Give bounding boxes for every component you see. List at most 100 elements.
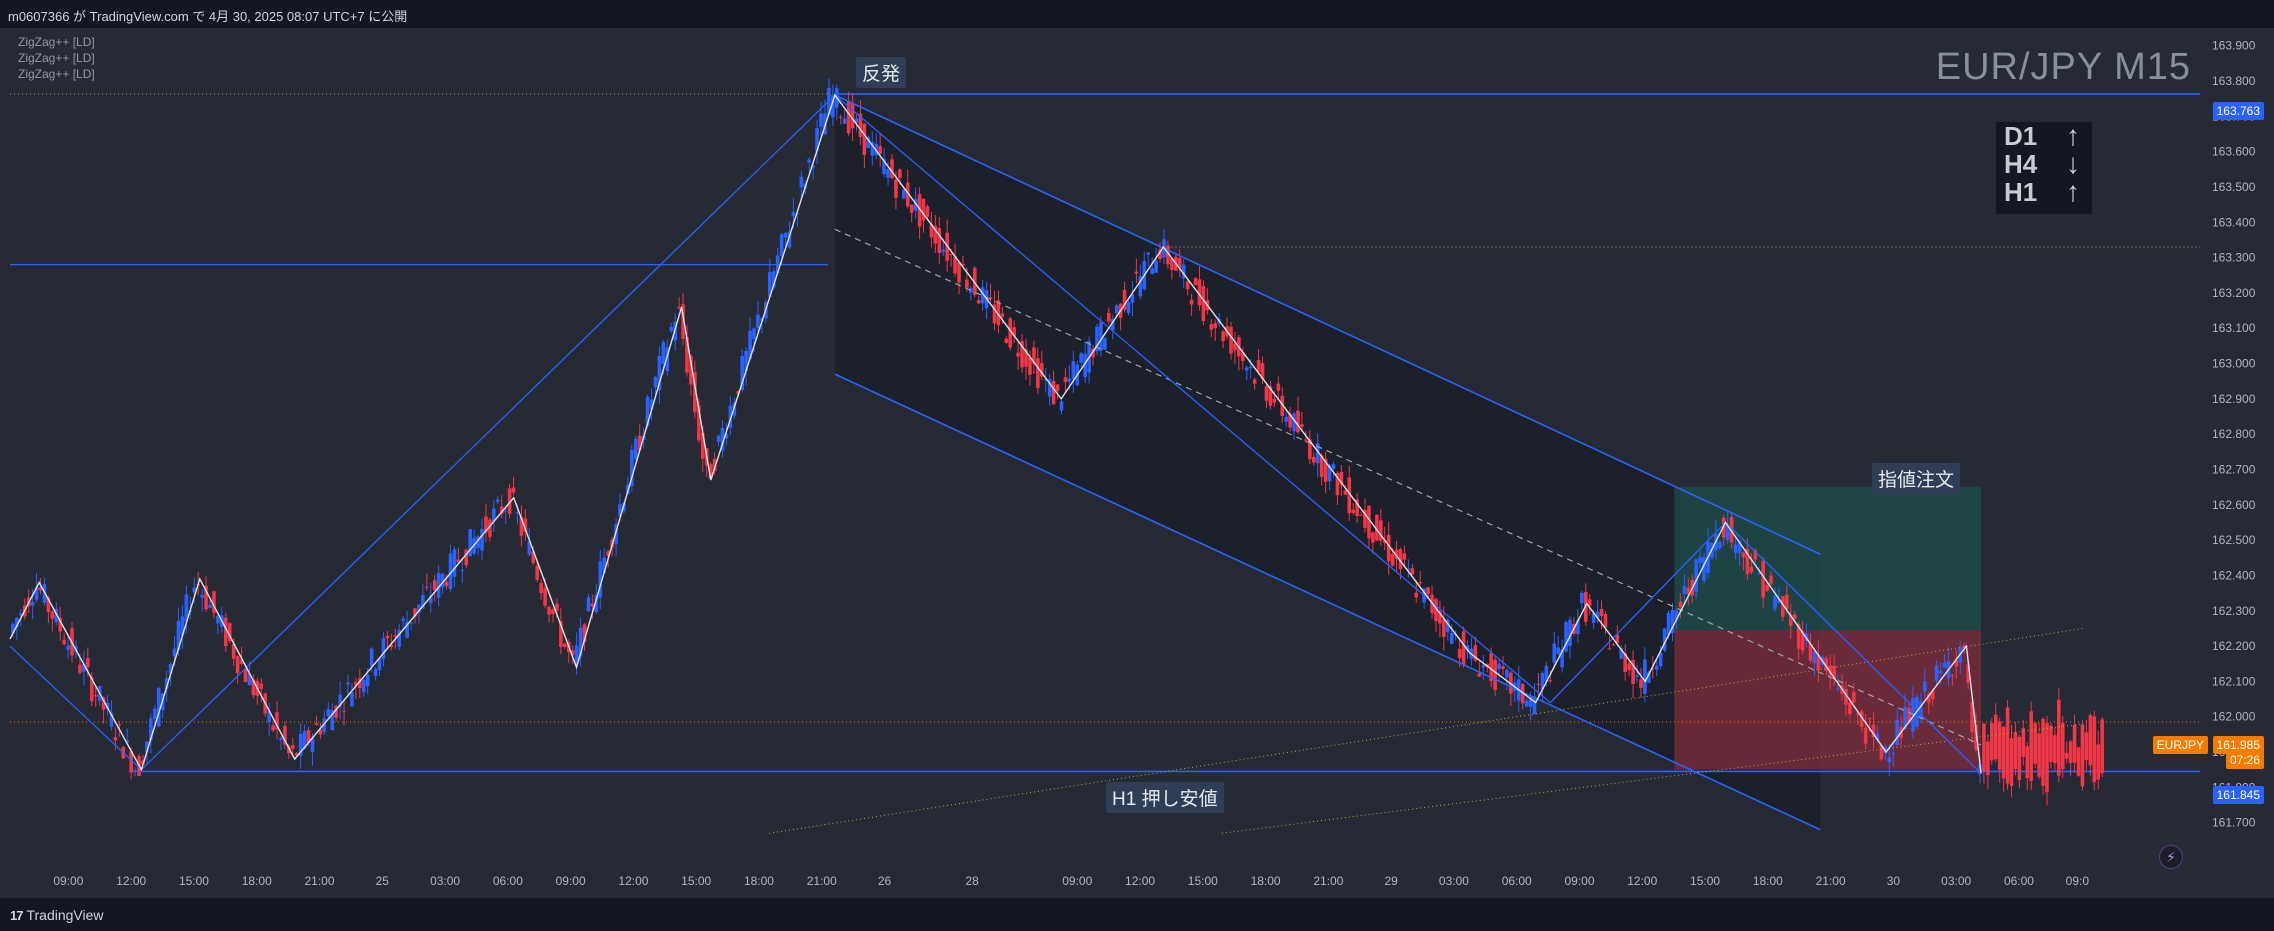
candle-body <box>1134 271 1139 274</box>
candle-body <box>373 669 378 676</box>
brand-name: TradingView <box>26 907 104 923</box>
candle-body <box>653 376 658 388</box>
price-axis: 163.900163.800163.700163.600163.500163.4… <box>2212 39 2256 830</box>
candle-body <box>361 680 366 693</box>
tradingview-logo-icon: 17 <box>10 907 24 923</box>
candle-body <box>1552 643 1557 663</box>
candle-body <box>1028 357 1032 375</box>
brand: 17 TradingView <box>10 907 104 923</box>
time-tick-label: 30 <box>1887 874 1901 888</box>
lightning-icon[interactable]: ⚡ <box>2159 845 2183 869</box>
candle-body <box>799 176 804 188</box>
candle-body <box>1213 323 1218 329</box>
candle-body <box>1067 378 1072 382</box>
candle-body <box>1276 383 1281 391</box>
candle-body <box>153 708 157 719</box>
candle-body <box>2080 724 2085 787</box>
annotation-h1-support[interactable]: H1 押し安値 <box>1106 782 1224 813</box>
price-tick-label: 162.700 <box>2212 462 2256 476</box>
candle-body <box>495 499 500 502</box>
time-tick-label: 15:00 <box>681 874 711 888</box>
time-tick-label: 03:00 <box>430 874 460 888</box>
candle-body <box>949 254 953 256</box>
candle-body <box>543 587 547 606</box>
indicator-label-zigzag-2[interactable]: ZigZag++ [LD] <box>18 51 95 65</box>
candle-body <box>1694 559 1698 592</box>
price-tick-label: 162.500 <box>2212 533 2256 547</box>
annotation-limit-order[interactable]: 指値注文 <box>1872 463 1961 494</box>
candle-body <box>271 725 275 731</box>
candle-body <box>1036 358 1040 389</box>
candle-body <box>1863 727 1868 744</box>
candle-body <box>1643 659 1647 694</box>
time-tick-label: 18:00 <box>744 874 774 888</box>
candle-body <box>2017 736 2022 781</box>
price-tick-label: 162.100 <box>2212 674 2256 688</box>
candle-body <box>1244 367 1249 371</box>
candle-body <box>1678 601 1683 608</box>
candle-body <box>886 169 890 178</box>
candle-body <box>547 606 551 615</box>
time-tick-label: 03:00 <box>1439 874 1469 888</box>
candle-body <box>783 232 788 238</box>
candle-body <box>511 487 516 493</box>
candle-body <box>898 169 902 179</box>
candle-body <box>62 639 66 645</box>
time-tick-label: 06:00 <box>493 874 523 888</box>
candle-body <box>2060 722 2065 770</box>
price-tick-label: 163.400 <box>2212 215 2256 229</box>
candle-body <box>807 159 812 163</box>
candle-body <box>2037 733 2041 777</box>
price-tick-label: 161.700 <box>2212 816 2256 830</box>
candle-body <box>1785 594 1789 610</box>
price-tick-label: 163.900 <box>2212 39 2256 53</box>
candle-body <box>779 234 784 256</box>
candle-body <box>2057 699 2061 776</box>
candle-body <box>1146 252 1151 255</box>
candle-body <box>1997 721 2002 770</box>
candle-body <box>661 342 666 364</box>
price-tick-label: 163.100 <box>2212 321 2256 335</box>
candle-body <box>1071 361 1076 380</box>
candle-body <box>78 664 82 673</box>
price-tick-label: 162.800 <box>2212 427 2256 441</box>
annotation-rebound[interactable]: 反発 <box>856 57 907 88</box>
candle-body <box>93 695 98 697</box>
indicator-label-zigzag-1[interactable]: ZigZag++ [LD] <box>18 35 95 49</box>
candle-body <box>86 657 90 668</box>
candle-body <box>1658 652 1663 667</box>
candle-body <box>669 326 674 332</box>
candle-body <box>1331 464 1336 469</box>
price-tick-label: 163.000 <box>2212 357 2256 371</box>
candle-body <box>1548 680 1553 682</box>
candle-body <box>279 737 283 741</box>
indicator-label-zigzag-3[interactable]: ZigZag++ [LD] <box>18 67 95 81</box>
time-tick-label: 25 <box>376 874 390 888</box>
candle-body <box>862 123 867 155</box>
candle-body <box>1635 675 1639 677</box>
candle-body <box>1004 338 1009 343</box>
candle-body <box>1765 584 1769 592</box>
candle-body <box>1457 648 1462 659</box>
candle-body <box>633 438 638 460</box>
candle-body <box>1505 669 1509 678</box>
publish-note: m0607366 が TradingView.com で 4月 30, 2025… <box>8 9 408 24</box>
trend-row-h4: H4 ↓ <box>1996 148 2092 179</box>
candle-body <box>1497 663 1501 670</box>
candle-body <box>460 569 465 571</box>
candle-body <box>350 692 354 707</box>
candle-body <box>2072 725 2077 763</box>
candle-body <box>401 618 405 621</box>
top-bar: m0607366 が TradingView.com で 4月 30, 2025… <box>0 0 2274 29</box>
candle-body <box>1189 299 1194 305</box>
time-tick-label: 09:00 <box>1062 874 1092 888</box>
candle-body <box>1264 386 1269 401</box>
candle-body <box>590 603 595 607</box>
candle-body <box>941 249 946 253</box>
candle-body <box>2041 718 2045 786</box>
candle-body <box>1481 665 1486 668</box>
candle-body <box>921 198 926 221</box>
candle-body <box>66 645 70 650</box>
candle-body <box>1426 587 1430 595</box>
candle-body <box>2021 728 2026 757</box>
